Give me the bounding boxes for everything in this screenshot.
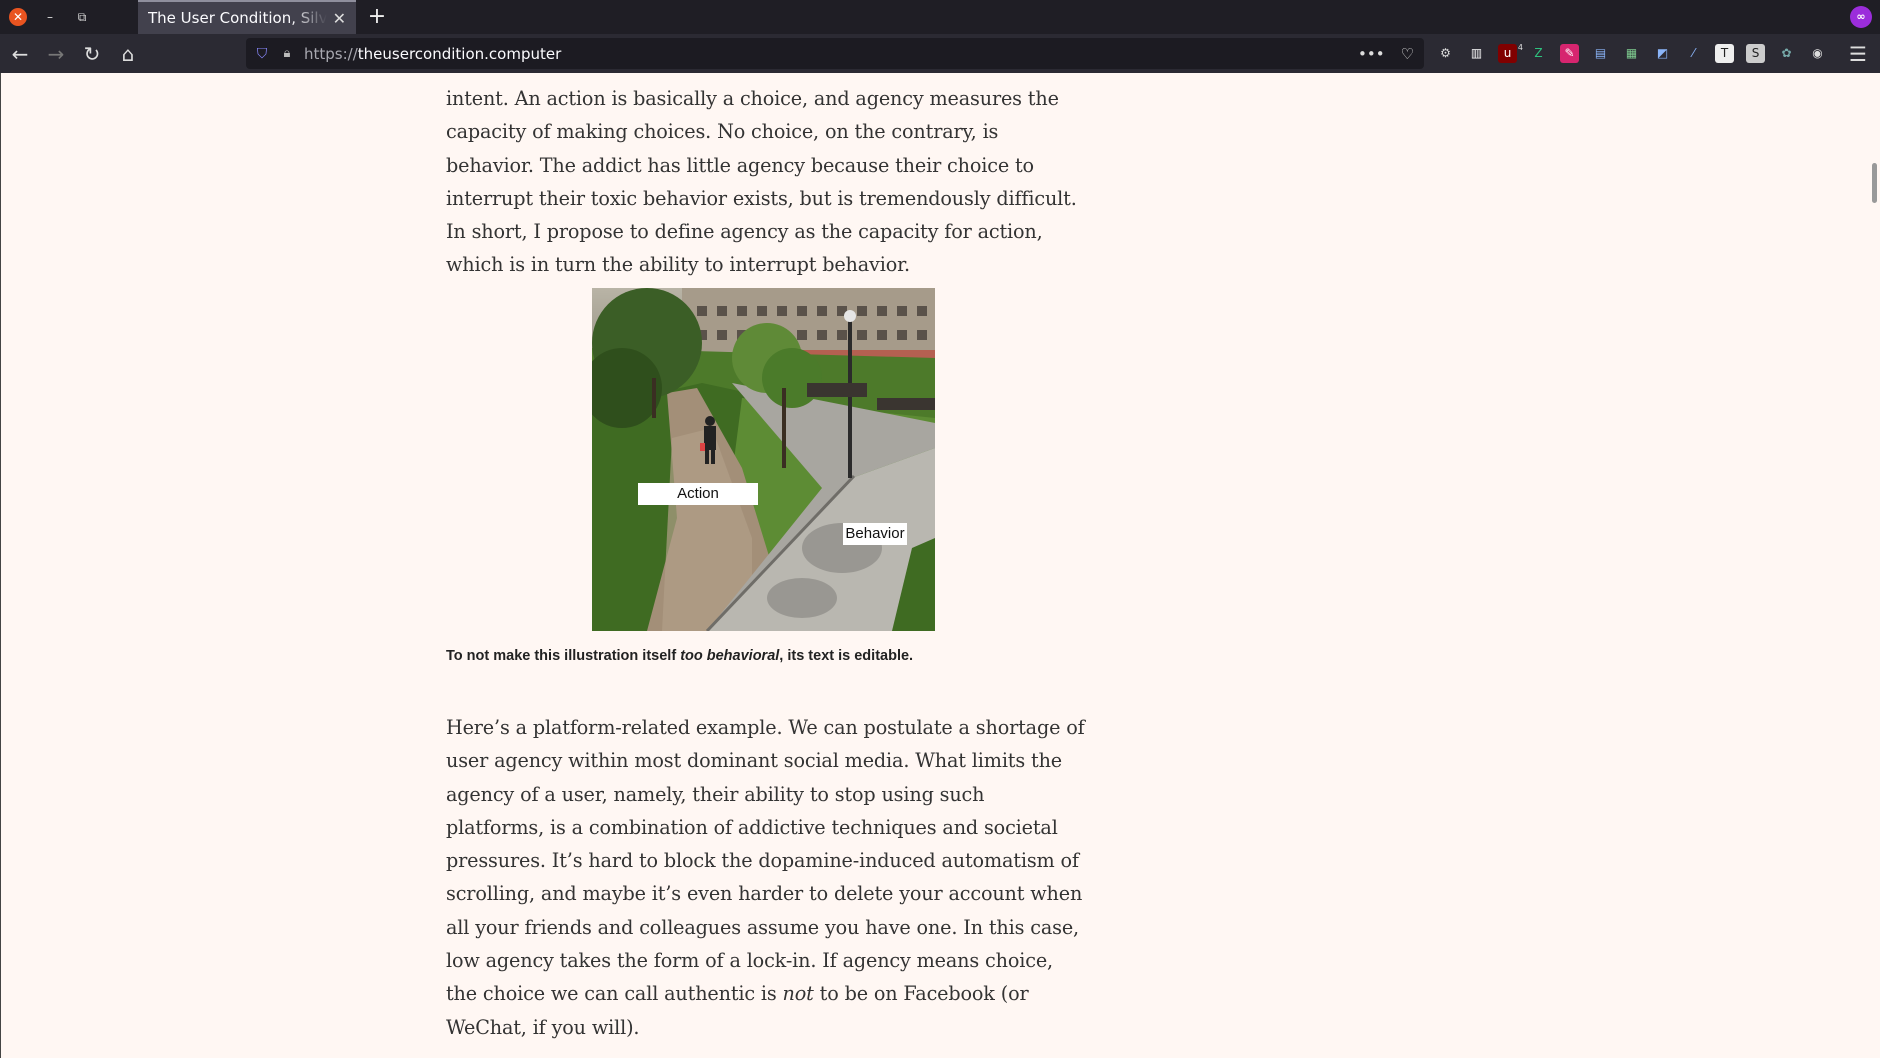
forward-arrow-icon[interactable]: →	[40, 38, 72, 70]
lock-icon[interactable]: 🔒︎	[276, 46, 298, 61]
green-z-extension-icon[interactable]: Z	[1529, 44, 1548, 63]
extensions-toolbar: ⚙ ▥ u 4 Z ✎ ▤ ▦ ◩ ⁄ T S ✿ ◉	[1436, 38, 1827, 69]
pink-extension-icon[interactable]: ✎	[1560, 44, 1579, 63]
url-actions: ••• ♡	[1358, 45, 1424, 63]
window-minimize-icon[interactable]: –	[41, 10, 59, 24]
scrollbar-thumb[interactable]	[1872, 163, 1877, 203]
page-content: intent. An action is basically a choice,…	[0, 73, 1880, 1058]
new-tab-button[interactable]: +	[364, 4, 390, 30]
caption-after: , its text is editable.	[779, 648, 914, 664]
tab-title: The User Condition, Silvio Lorusso	[148, 9, 327, 27]
pen-extension-icon[interactable]: ⁄	[1684, 44, 1703, 63]
para2-before: Here’s a platform-related example. We ca…	[446, 716, 1085, 1006]
park-path-photo	[592, 288, 935, 631]
action-behavior-figure: Action Behavior	[592, 288, 935, 631]
document-extension-icon[interactable]: ▤	[1591, 44, 1610, 63]
sheet-extension-icon[interactable]: ▦	[1622, 44, 1641, 63]
url-text[interactable]: https://theusercondition.computer	[304, 45, 1358, 63]
pocket-icon[interactable]: ♡	[1401, 45, 1414, 63]
page-actions-icon[interactable]: •••	[1358, 45, 1385, 63]
window-controls: ✕ – ⧉	[0, 0, 138, 34]
window-close-icon[interactable]: ✕	[9, 8, 27, 26]
tracking-shield-icon[interactable]: ⛉	[252, 46, 272, 62]
s-extension-icon[interactable]: S	[1746, 44, 1765, 63]
tile-extension-icon[interactable]: T	[1715, 44, 1734, 63]
cutoff-text-line	[446, 73, 1086, 81]
tab-active[interactable]: The User Condition, Silvio Lorusso ✕	[138, 0, 356, 34]
para2-emphasis: not	[782, 982, 814, 1006]
caption-emphasis: too behavioral	[680, 648, 780, 664]
reload-icon[interactable]: ↻	[76, 38, 108, 70]
figure-label-action[interactable]: Action	[638, 483, 758, 505]
page-scrollbar[interactable]	[1868, 73, 1880, 1058]
window-restore-icon[interactable]: ⧉	[73, 10, 91, 25]
hamburger-menu-icon[interactable]: ☰	[1842, 38, 1874, 70]
url-protocol: https://	[304, 44, 358, 63]
tab-close-icon[interactable]: ✕	[333, 9, 346, 28]
picture-extension-icon[interactable]: ◩	[1653, 44, 1672, 63]
figure-label-behavior[interactable]: Behavior	[843, 523, 907, 545]
home-icon[interactable]: ⌂	[112, 38, 144, 70]
extension-badge-count: 4	[1517, 43, 1523, 52]
url-host: theusercondition.computer	[357, 44, 562, 63]
gear-extension-icon[interactable]: ⚙	[1436, 44, 1455, 63]
paragraph-agency: intent. An action is basically a choice,…	[446, 87, 1077, 277]
ublock-extension-icon[interactable]: u4	[1498, 43, 1523, 63]
caption-before: To not make this illustration itself	[446, 648, 681, 664]
navigation-toolbar: ← → ↻ ⌂ ⛉ 🔒︎ https://theusercondition.co…	[0, 34, 1880, 73]
tab-bar: ✕ – ⧉ The User Condition, Silvio Lorusso…	[0, 0, 1880, 34]
private-mask-icon[interactable]: ∞	[1850, 6, 1872, 28]
url-bar[interactable]: ⛉ 🔒︎ https://theusercondition.computer •…	[246, 38, 1424, 69]
figure-caption: To not make this illustration itself too…	[446, 648, 913, 664]
account-icon[interactable]: ◉	[1808, 44, 1827, 63]
back-arrow-icon[interactable]: ←	[4, 38, 36, 70]
browser-window: ✕ – ⧉ The User Condition, Silvio Lorusso…	[0, 0, 1880, 1058]
flower-extension-icon[interactable]: ✿	[1777, 44, 1796, 63]
paragraph-platform-example: Here’s a platform-related example. We ca…	[446, 711, 1086, 1044]
library-extension-icon[interactable]: ▥	[1467, 44, 1486, 63]
